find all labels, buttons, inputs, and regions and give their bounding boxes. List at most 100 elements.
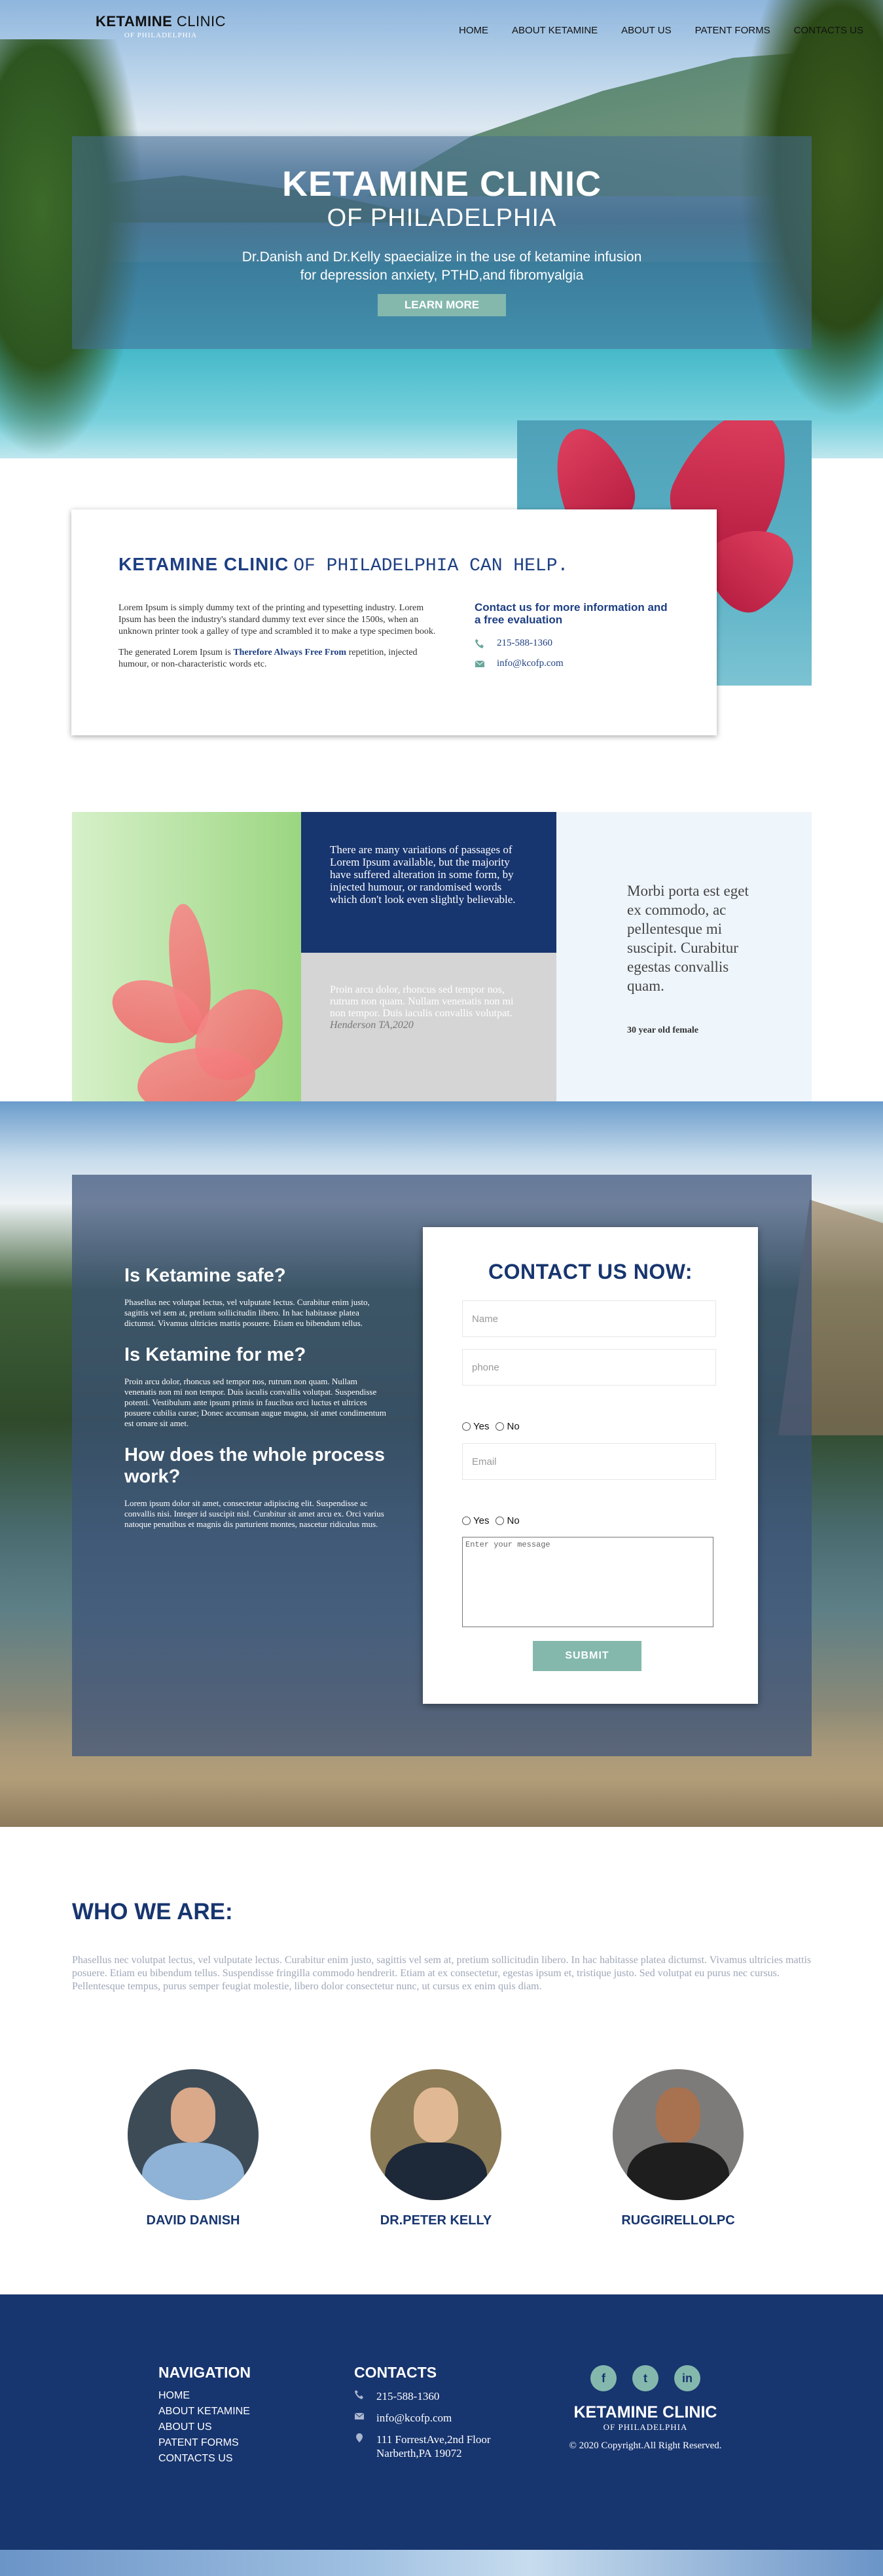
feature-blue-text: There are many variations of passages of… [330,843,516,906]
radio-group-2: Yes No [462,1515,520,1526]
radio-group-1: Yes No [462,1421,520,1432]
footer-phone-row[interactable]: 215-588-1360 [354,2389,520,2403]
help-email: info@kcofp.com [497,658,564,669]
faq-panel: Is Ketamine safe? Phasellus nec volutpat… [72,1175,812,1756]
linkedin-icon[interactable]: in [674,2365,700,2391]
footer-address: 111 ForrestAve,2nd Floor Narberth,PA 190… [376,2433,491,2459]
lake-section: Is Ketamine safe? Phasellus nec volutpat… [0,1101,883,1827]
pink-flower-photo [72,812,301,1101]
avatar [370,2069,501,2200]
message-textarea[interactable]: Enter your message [462,1537,713,1627]
hero-subtitle: OF PHILADELPHIA [327,204,557,232]
testimonial-author: 30 year old female [627,1025,698,1035]
faq-answer-3: Lorem ipsum dolor sit amet, consectetur … [124,1498,384,1529]
avatar-shirt [142,2143,244,2200]
help-card: KETAMINE CLINIC OF PHILADELPHIA CAN HELP… [71,509,717,735]
hero-line-2: for depression anxiety, PTHD,and fibromy… [300,268,584,283]
avatar [613,2069,744,2200]
name-input[interactable]: Name [462,1300,716,1337]
help-title-rest: OF PHILADELPHIA CAN HELP. [293,556,569,576]
testimonial-block: Morbi porta est eget ex commodo, ac pell… [556,812,812,1101]
help-title: KETAMINE CLINIC OF PHILADELPHIA CAN HELP… [118,554,568,576]
menu-home[interactable]: HOME [459,25,488,36]
footer-link-contacts[interactable]: CONTACTS US [158,2451,251,2467]
team-member: DAVID DANISH [128,2069,259,2228]
help-paragraph-2: The generated Lorem Ipsum is Therefore A… [118,647,439,671]
footer-navigation: NAVIGATION HOME ABOUT KETAMINE ABOUT US … [158,2364,251,2467]
map-pin-icon [356,2433,363,2442]
contact-form: CONTACT US NOW: Name phone Yes No Email … [423,1227,758,1704]
menu-contacts[interactable]: CONTACTS US [794,25,863,36]
contact-form-title: CONTACT US NOW: [488,1260,693,1283]
team-member: RUGGIRELLOLPC [613,2069,744,2228]
twitter-icon[interactable]: t [632,2365,658,2391]
help-paragraph-1: Lorem Ipsum is simply dummy text of the … [118,603,436,636]
radio-yes-2[interactable] [462,1517,471,1525]
footer-email: info@kcofp.com [376,2412,452,2424]
team-member: DR.PETER KELLY [370,2069,501,2228]
hero-description: Dr.Danish and Dr.Kelly spaecialize in th… [72,248,812,285]
footer-brand-name: KETAMINE CLINIC [573,2403,717,2421]
help-title-bold: KETAMINE CLINIC [118,554,289,574]
radio-no-1[interactable] [496,1422,505,1431]
help-email-row[interactable]: info@kcofp.com [475,658,671,669]
phone-input[interactable]: phone [462,1349,716,1386]
footer-link-home[interactable]: HOME [158,2388,251,2404]
help-para2-start: The generated Lorem Ipsum is [118,648,234,657]
feature-blue-block: There are many variations of passages of… [301,812,556,953]
faq-question-1: Is Ketamine safe? [124,1265,286,1286]
envelope-icon [354,2412,365,2420]
avatar-face [171,2088,215,2143]
radio-no-label: No [507,1515,520,1526]
faq-question-2: Is Ketamine for me? [124,1344,306,1365]
site-footer: NAVIGATION HOME ABOUT KETAMINE ABOUT US … [0,2294,883,2550]
feature-gray-author: Henderson TA,2020 [330,1020,414,1031]
help-contact: Contact us for more information and a fr… [475,601,671,669]
flower-petal [137,1048,255,1101]
testimonial-quote: Morbi porta est eget ex commodo, ac pell… [627,883,749,994]
radio-no-2[interactable] [496,1517,505,1525]
footer-link-about-us[interactable]: ABOUT US [158,2420,251,2435]
faq-answer-2: Proin arcu dolor, rhoncus sed tempor nos… [124,1376,386,1428]
footer-link-patent-forms[interactable]: PATENT FORMS [158,2435,251,2451]
menu-about-us[interactable]: ABOUT US [621,25,671,36]
menu-about-ketamine[interactable]: ABOUT KETAMINE [512,25,598,36]
envelope-icon [475,660,485,667]
submit-button[interactable]: SUBMIT [533,1641,641,1671]
hero-title: KETAMINE CLINIC [282,164,602,204]
help-phone: 215-588-1360 [497,638,552,648]
help-contact-title: Contact us for more information and a fr… [475,601,668,626]
facebook-icon[interactable]: f [590,2365,617,2391]
avatar-face [656,2088,700,2143]
footer-nav-title: NAVIGATION [158,2364,251,2381]
social-links: f t in [567,2365,724,2391]
help-para2-bold: Therefore Always Free From [233,648,347,657]
team-name: DR.PETER KELLY [380,2213,492,2228]
email-input[interactable]: Email [462,1443,716,1480]
avatar-shirt [627,2143,729,2200]
help-text: Lorem Ipsum is simply dummy text of the … [118,602,439,671]
footer-email-row[interactable]: info@kcofp.com [354,2411,520,2425]
logo-rest: CLINIC [176,13,226,29]
help-phone-row[interactable]: 215-588-1360 [475,638,671,649]
footer-brand-sub: OF PHILADELPHIA [603,2422,688,2432]
avatar-suit [385,2143,487,2200]
logo-main: KETAMINE [96,13,173,29]
hero-banner: KETAMINE CLINIC OF PHILADELPHIA HOME ABO… [0,0,883,458]
footer-copyright: © 2020 Copyright.All Right Reserved. [569,2440,722,2451]
faq-list: Is Ketamine safe? Phasellus nec volutpat… [124,1265,386,1545]
footer-contacts: CONTACTS 215-588-1360 info@kcofp.com 111… [354,2364,520,2460]
footer-address-row: 111 ForrestAve,2nd Floor Narberth,PA 190… [354,2433,520,2460]
radio-yes-label: Yes [473,1421,490,1432]
footer-link-about-ketamine[interactable]: ABOUT KETAMINE [158,2404,251,2420]
learn-more-button[interactable]: LEARN MORE [378,294,506,316]
radio-yes-1[interactable] [462,1422,471,1431]
site-logo[interactable]: KETAMINE CLINIC OF PHILADELPHIA [96,13,226,39]
feature-gray-block: Proin arcu dolor, rhoncus sed tempor nos… [301,953,556,1101]
phone-icon [355,2390,363,2399]
avatar-face [414,2088,458,2143]
radio-yes-label: Yes [473,1515,490,1526]
faq-answer-1: Phasellus nec volutpat lectus, vel vulpu… [124,1297,370,1328]
menu-patent-forms[interactable]: PATENT FORMS [695,25,770,36]
feature-gray-text: Proin arcu dolor, rhoncus sed tempor nos… [330,984,514,1019]
